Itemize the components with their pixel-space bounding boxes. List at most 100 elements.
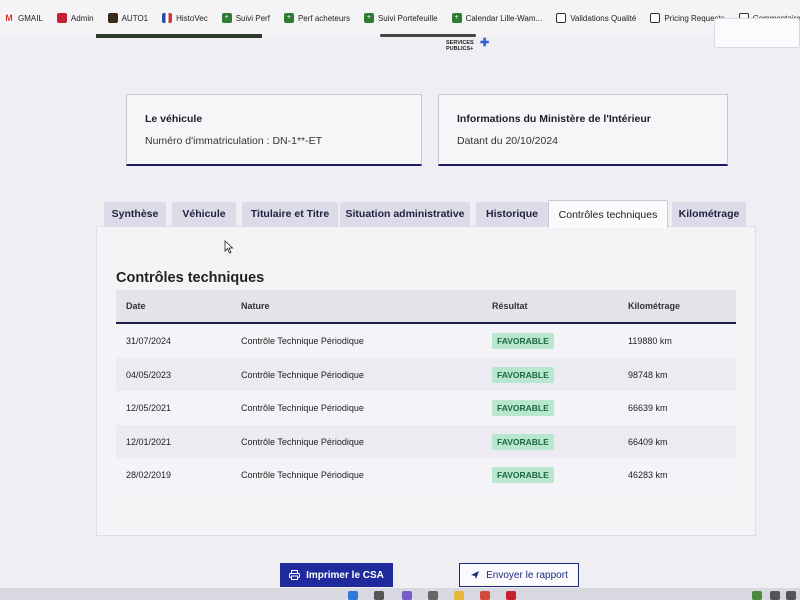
bookmark-gmail[interactable]: M GMAIL: [4, 13, 43, 23]
send-report-button[interactable]: Envoyer le rapport: [459, 563, 579, 587]
tab-kilometrage[interactable]: Kilométrage: [672, 202, 746, 226]
tab-vehicule[interactable]: Véhicule: [172, 202, 236, 226]
calculator-icon[interactable]: [428, 591, 438, 600]
result-cell: FAVORABLE: [492, 333, 554, 349]
histovec-flag-icon: [162, 13, 173, 23]
cell-mileage: 66639 km: [628, 403, 668, 413]
result-cell: FAVORABLE: [492, 366, 554, 383]
bookmark-auto1[interactable]: AUTO1: [107, 13, 149, 23]
bookmark-validations[interactable]: Validations Qualité: [556, 13, 636, 23]
data-date: Datant du 20/10/2024: [457, 135, 559, 147]
header-mileage: Kilométrage: [628, 301, 681, 311]
services-publics-logo[interactable]: SERVICES PUBLICS+ ✚: [446, 38, 489, 53]
print-button-label: Imprimer le CSA: [306, 569, 384, 581]
cell-date: 12/05/2021: [126, 403, 172, 413]
status-badge: FAVORABLE: [492, 433, 554, 450]
bookmark-suivi-perf[interactable]: + Suivi Perf: [221, 13, 270, 23]
status-badge: FAVORABLE: [492, 400, 554, 416]
cell-nature: Contrôle Technique Périodique: [241, 369, 364, 380]
cell-mileage: 46283 km: [628, 470, 668, 480]
bookmark-perf-acheteurs[interactable]: + Perf acheteurs: [283, 13, 350, 23]
bookmark-label: Admin: [70, 13, 94, 23]
chrome-icon[interactable]: [480, 591, 490, 600]
search-icon[interactable]: [374, 591, 384, 600]
vehicle-info-card: Le véhicule Numéro d'immatriculation : D…: [126, 94, 422, 166]
extension-popup: [714, 18, 800, 48]
printer-icon: [289, 570, 301, 580]
teams-icon[interactable]: [402, 591, 412, 600]
admin-icon: [56, 13, 67, 23]
auto1-icon: [107, 13, 118, 23]
cell-date: 28/02/2019: [126, 470, 172, 480]
registration-number: Numéro d'immatriculation : DN-1**-ET: [145, 135, 323, 147]
bookmark-admin[interactable]: Admin: [56, 13, 94, 23]
cell-date: 31/07/2024: [126, 336, 172, 346]
cell-nature: Contrôle Technique Périodique: [241, 470, 364, 480]
table-row: 12/01/2021 Contrôle Technique Périodique…: [116, 424, 736, 458]
print-csa-button[interactable]: Imprimer le CSA: [280, 563, 393, 587]
table-row: 04/05/2023 Contrôle Technique Périodique…: [116, 357, 736, 391]
bookmarks-bar: M GMAIL Admin AUTO1 HistoVec + Suivi Per…: [0, 0, 800, 36]
bookmark-label: HistoVec: [176, 13, 208, 23]
cell-mileage: 98748 km: [628, 369, 668, 380]
gmail-icon: M: [4, 13, 14, 23]
bookmark-label: Validations Qualité: [570, 13, 637, 23]
cell-nature: Contrôle Technique Périodique: [241, 436, 364, 447]
status-badge: FAVORABLE: [492, 467, 554, 483]
page-icon: [556, 13, 567, 23]
tab-situation-administrative[interactable]: Situation administrative: [340, 202, 470, 226]
windows-start-icon[interactable]: [348, 591, 358, 600]
tab-historique[interactable]: Historique: [476, 202, 548, 226]
sheet-icon: +: [363, 13, 374, 23]
send-icon: [471, 571, 480, 579]
sheet-icon: +: [283, 13, 294, 23]
mouse-cursor-icon: [224, 240, 234, 254]
tab-titulaire[interactable]: Titulaire et Titre: [242, 202, 338, 226]
result-cell: FAVORABLE: [492, 467, 554, 483]
bookmark-histovec[interactable]: HistoVec: [162, 13, 208, 23]
cell-date: 12/01/2021: [126, 436, 172, 447]
header-search-strip: [380, 34, 476, 37]
tray-icon[interactable]: [770, 591, 780, 600]
vehicle-card-title: Le véhicule: [145, 113, 203, 125]
header-date: Date: [126, 301, 146, 311]
bookmark-label: AUTO1: [121, 13, 149, 23]
cell-nature: Contrôle Technique Périodique: [241, 336, 364, 346]
opera-icon[interactable]: [506, 591, 516, 600]
table-header: Date Nature Résultat Kilométrage: [116, 290, 736, 324]
bookmark-label: Suivi Perf: [235, 13, 270, 23]
cell-mileage: 66409 km: [628, 436, 668, 447]
plus-icon: ✚: [480, 37, 490, 49]
bookmark-label: Perf acheteurs: [297, 13, 350, 23]
header-result: Résultat: [492, 301, 528, 311]
send-button-label: Envoyer le rapport: [486, 569, 568, 581]
status-badge: FAVORABLE: [492, 366, 554, 383]
table-row: 28/02/2019 Contrôle Technique Périodique…: [116, 458, 736, 492]
inspections-table: Date Nature Résultat Kilométrage 31/07/2…: [116, 290, 736, 492]
bookmark-label: Calendar Lille-Wam...: [465, 13, 543, 23]
ministry-info-card: Informations du Ministère de l'Intérieur…: [438, 94, 728, 166]
table-row: 31/07/2024 Contrôle Technique Périodique…: [116, 324, 736, 358]
table-row: 12/05/2021 Contrôle Technique Périodique…: [116, 391, 736, 425]
header-logo-strip: [96, 34, 262, 38]
tray-icon[interactable]: [786, 591, 796, 600]
result-cell: FAVORABLE: [492, 433, 554, 450]
cell-date: 04/05/2023: [126, 369, 172, 380]
cell-mileage: 119880 km: [628, 336, 672, 346]
ministry-card-title: Informations du Ministère de l'Intérieur: [457, 113, 651, 125]
result-cell: FAVORABLE: [492, 400, 554, 416]
folder-icon[interactable]: [454, 591, 464, 600]
bookmark-suivi-portefeuille[interactable]: + Suivi Portefeuille: [363, 13, 438, 23]
sheet-icon: +: [221, 13, 232, 23]
bookmark-calendar[interactable]: + Calendar Lille-Wam...: [451, 13, 543, 23]
page-icon: [650, 13, 661, 23]
cell-nature: Contrôle Technique Périodique: [241, 403, 364, 413]
sheet-icon: +: [451, 13, 462, 23]
header-nature: Nature: [241, 301, 270, 311]
tab-synthese[interactable]: Synthèse: [104, 202, 166, 226]
bookmark-label: Suivi Portefeuille: [377, 13, 438, 23]
tray-icon[interactable]: [752, 591, 762, 600]
logo-line: PUBLICS+: [446, 46, 474, 52]
section-title: Contrôles techniques: [116, 270, 265, 286]
tab-controles-techniques[interactable]: Contrôles techniques: [548, 200, 668, 228]
